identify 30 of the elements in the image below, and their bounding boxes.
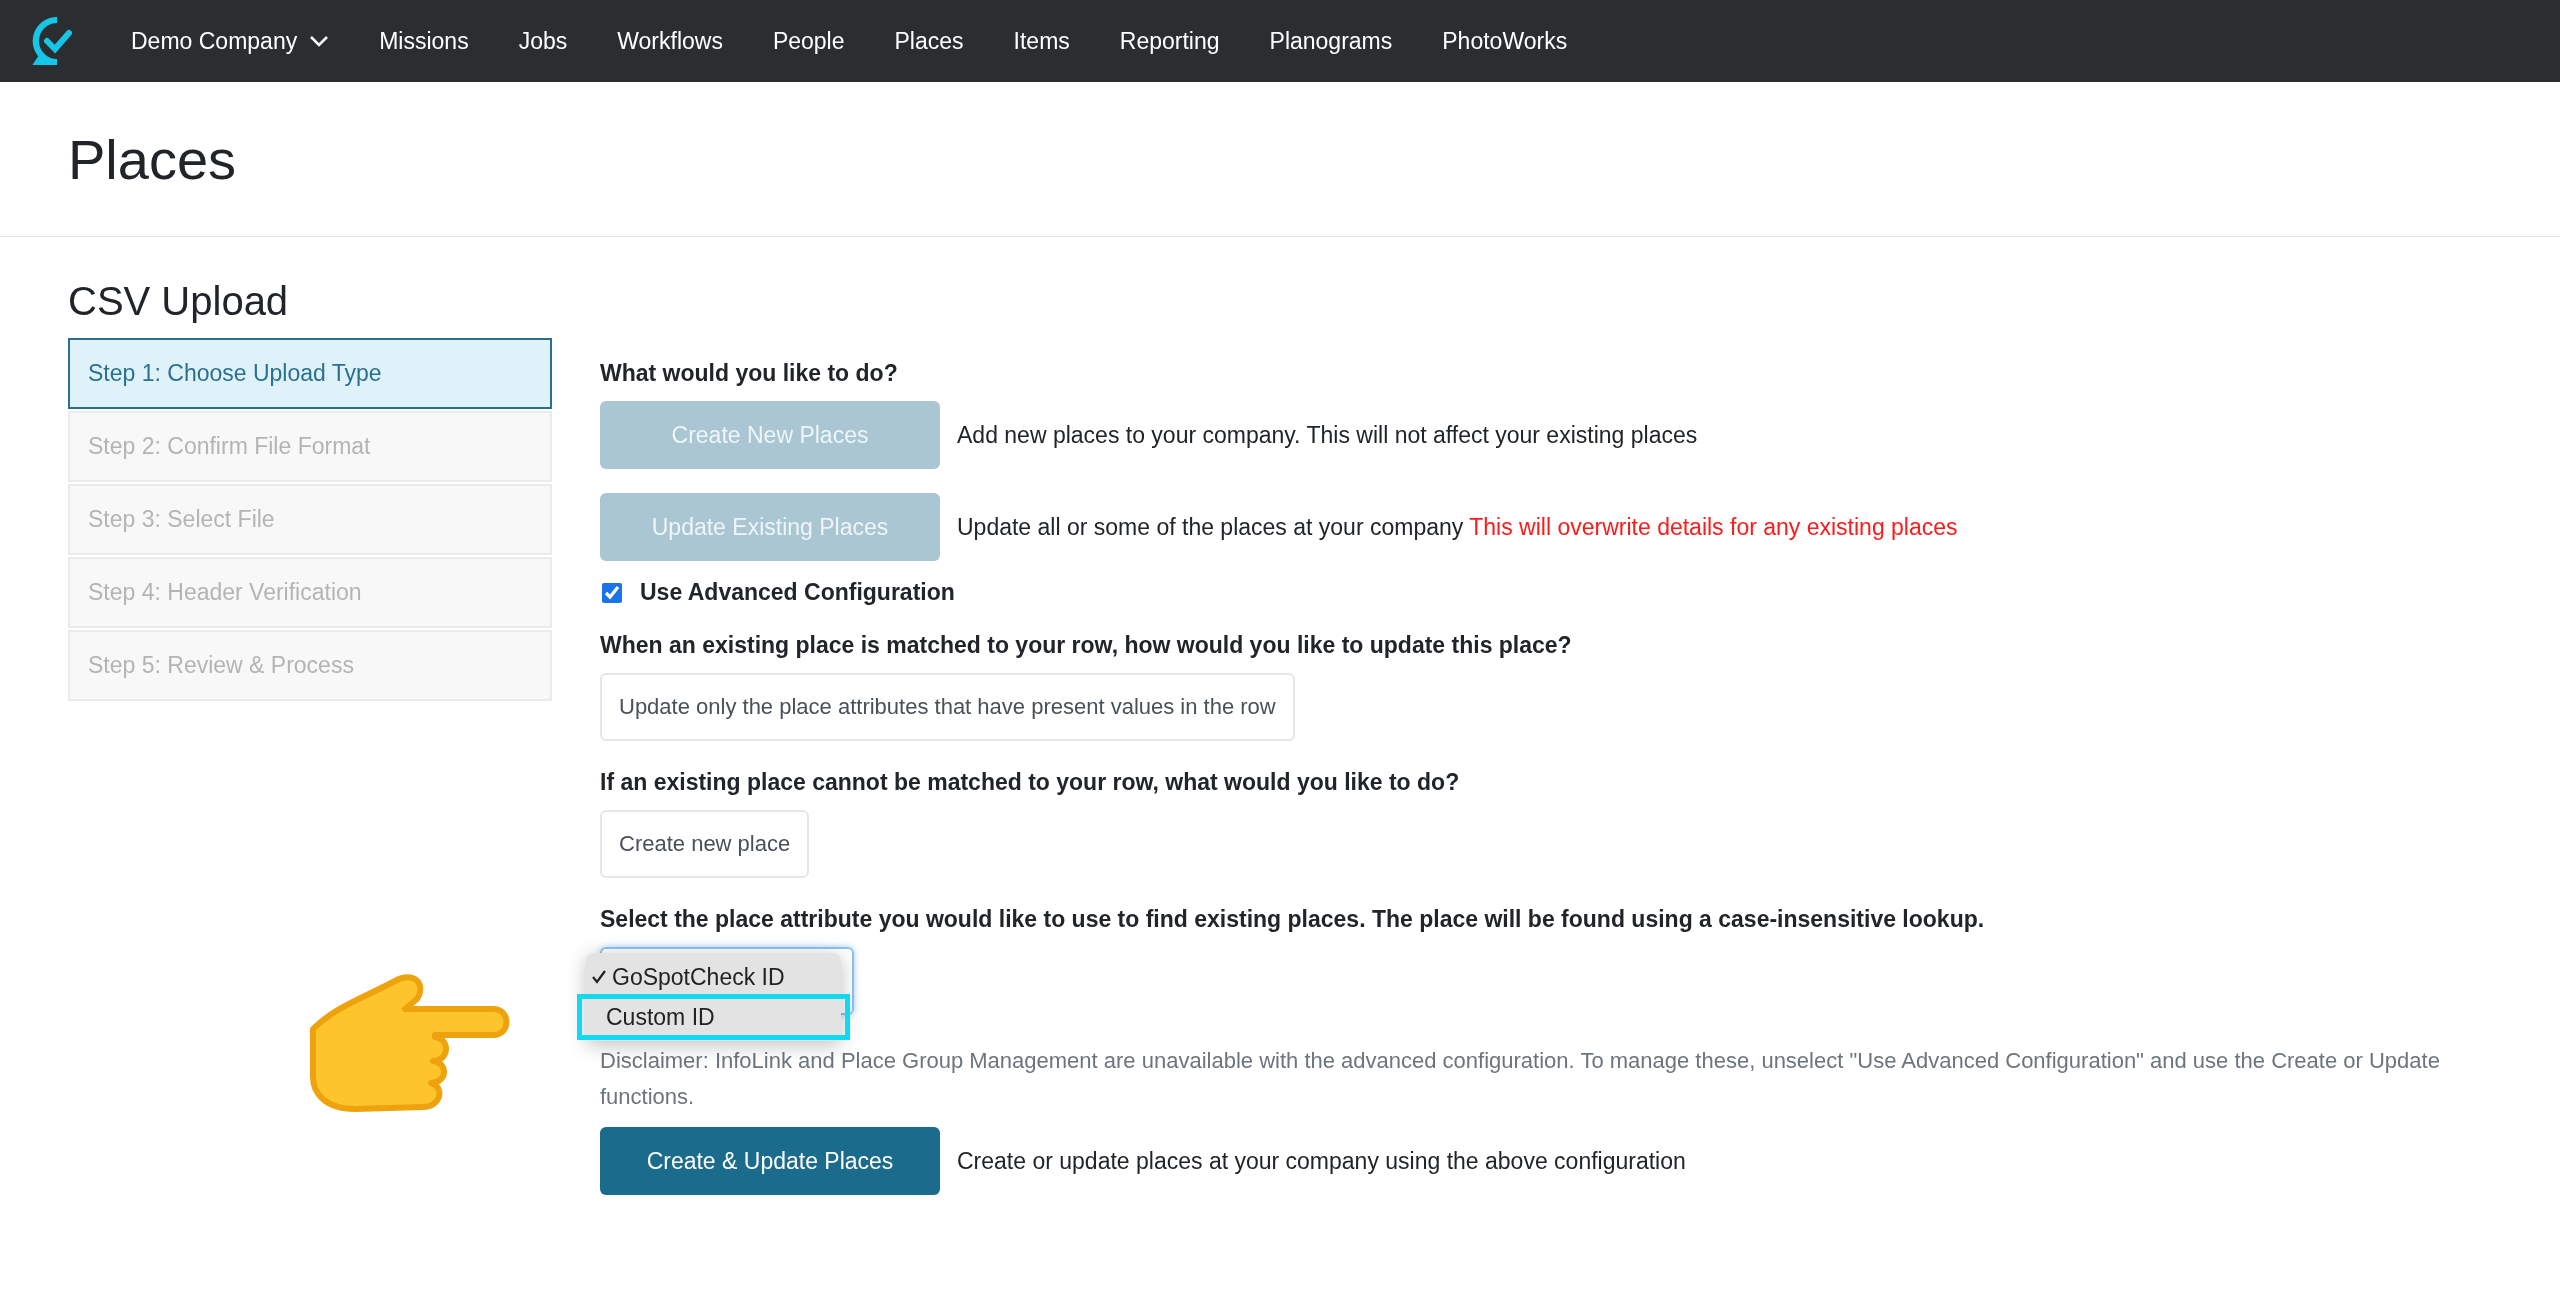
nav-link[interactable]: Planograms — [1244, 27, 1418, 55]
section-title: CSV Upload — [68, 279, 290, 324]
company-menu[interactable]: Demo Company — [106, 27, 355, 55]
nav-link[interactable]: PhotoWorks — [1417, 27, 1593, 55]
submit-button[interactable]: Create & Update Places — [600, 1127, 940, 1195]
question-text: If an existing place cannot be matched to your row, what would you like to do? — [600, 769, 1461, 796]
chevron-down-icon — [309, 35, 330, 47]
check-icon — [591, 968, 607, 985]
unmatched-action-select[interactable]: Create new place — [600, 810, 810, 878]
step-item[interactable]: Step 1: Choose Upload Type — [68, 338, 552, 409]
dropdown-option[interactable]: Custom ID — [580, 997, 847, 1037]
action-description: Update all or some of the places at your company This will overwrite details for any existing places — [957, 513, 1958, 541]
checkbox-label: Use Advanced Configuration — [640, 579, 955, 606]
question-text: When an existing place is matched to your row, how would you like to update this place? — [600, 632, 1573, 659]
nav-link[interactable]: Missions — [354, 27, 494, 55]
nav-link[interactable]: Items — [988, 27, 1095, 55]
update-mode-select[interactable]: Update only the place attributes that have present values in the row — [600, 673, 1295, 741]
nav-link[interactable]: People — [747, 27, 870, 55]
question-text: Select the place attribute you would like to use to find existing places. The place will be found using a case-insensitive lookup. — [600, 906, 1986, 933]
advanced-checkbox[interactable] — [602, 582, 622, 603]
question-text: What would you like to do? — [600, 360, 899, 387]
dropdown-option[interactable]: GoSpotCheck ID — [586, 957, 841, 997]
disclaimer-text: Disclaimer: InfoLink and Place Group Management are unavailable with the advanced configuration. To manage these, unselect "Use Advanced Configuration" and use the Create or Update functions. — [600, 1047, 2441, 1111]
nav-link[interactable]: Workflows — [592, 27, 748, 55]
action-description: Create or update places at your company using the above configuration — [957, 1147, 1686, 1175]
action-description: Add new places to your company. This will not affect your existing places — [957, 421, 1698, 449]
nav-link[interactable]: Reporting — [1094, 27, 1245, 55]
nav-link[interactable]: Places — [869, 27, 989, 55]
nav-link[interactable]: Jobs — [493, 27, 593, 55]
page-title: Places — [68, 126, 237, 192]
